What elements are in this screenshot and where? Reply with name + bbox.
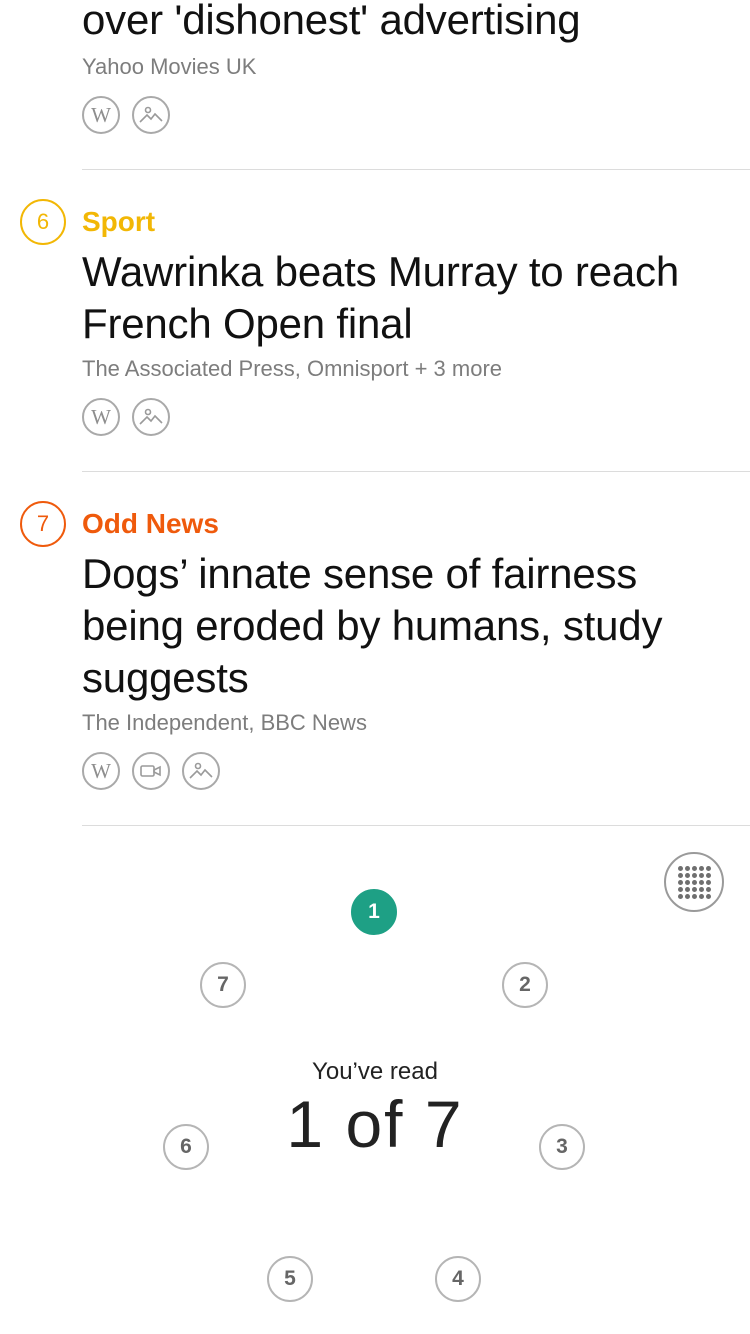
read-progress-label: You’ve read (312, 1058, 438, 1085)
photo-icon[interactable] (132, 398, 170, 436)
divider (82, 471, 750, 472)
grid-icon (677, 865, 711, 899)
video-icon[interactable] (132, 752, 170, 790)
story-dot-7[interactable]: 7 (200, 962, 246, 1008)
story-headline[interactable]: Dogs’ innate sense of fairness being ero… (82, 548, 722, 704)
story-source: Yahoo Movies UK (82, 54, 257, 79)
story-source: The Associated Press, Omnisport + 3 more (82, 356, 503, 381)
photo-icon[interactable] (182, 752, 220, 790)
photo-icon[interactable] (132, 96, 170, 134)
wikipedia-icon[interactable]: W (82, 398, 120, 436)
wikipedia-icon[interactable]: W (82, 96, 120, 134)
story-source: The Independent, BBC News (82, 710, 367, 735)
read-progress-count: 1 of 7 (286, 1087, 464, 1161)
story-number-badge: 6 (20, 199, 66, 245)
wikipedia-icon[interactable]: W (82, 752, 120, 790)
story-headline[interactable]: Wawrinka beats Murray to reach French Op… (82, 246, 722, 350)
story-dot-1[interactable]: 1 (351, 889, 397, 935)
story-dot-4[interactable]: 4 (435, 1256, 481, 1302)
story-number-badge: 7 (20, 501, 66, 547)
story-dot-5[interactable]: 5 (267, 1256, 313, 1302)
story-dot-2[interactable]: 2 (502, 962, 548, 1008)
story-headline[interactable]: over 'dishonest' advertising (82, 0, 722, 46)
story-category[interactable]: Odd News (82, 508, 219, 540)
story-category[interactable]: Sport (82, 206, 155, 238)
divider (82, 169, 750, 170)
divider (82, 825, 750, 826)
grid-menu-button[interactable] (664, 852, 724, 912)
